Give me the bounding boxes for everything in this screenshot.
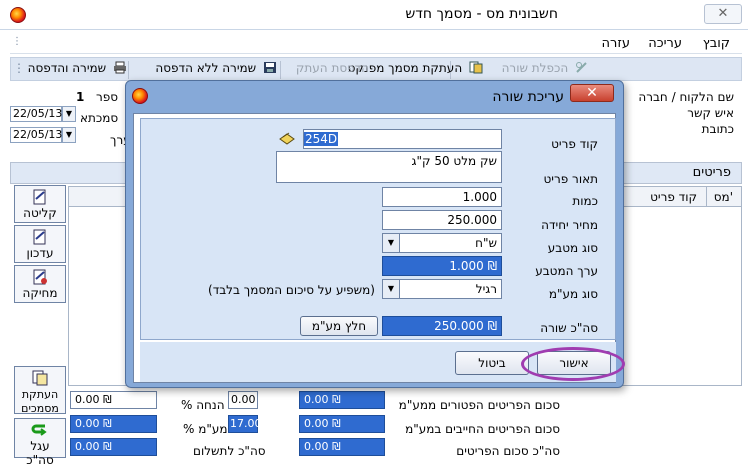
menu-grip-icon: ⋮ xyxy=(12,36,22,47)
vat-rate-value: 17.00 xyxy=(228,415,262,433)
line-total-field: 250.000 ₪ xyxy=(382,316,502,336)
extract-vat-button[interactable]: חלץ מע"מ xyxy=(300,316,378,336)
customer-name-label: שם הלקוח / חברה xyxy=(638,90,734,104)
currency-value: ש"ח xyxy=(475,236,497,250)
window-title: חשבונית מס - מסמך חדש xyxy=(405,6,558,22)
left-value-field-1[interactable]: 0.00 ₪ xyxy=(70,391,157,409)
vat-type-value: רגיל xyxy=(475,282,497,296)
unit-price-value: 250.000 xyxy=(447,213,497,227)
currency-rate-value: 1.000 ₪ xyxy=(449,259,497,273)
document-number-label: ספר xyxy=(96,90,119,104)
menu-bar: קובץ עריכה עזרה ⋮ xyxy=(10,32,742,54)
quantity-value: 1.000 xyxy=(462,190,497,204)
vat-type-label: סוג מע"מ xyxy=(548,287,598,301)
app-logo-icon xyxy=(10,7,26,23)
update-button[interactable]: עדכון xyxy=(14,225,66,263)
taxable-items-value: 0.00 ₪ xyxy=(299,415,385,433)
discount-field[interactable]: 0.00 xyxy=(228,391,258,409)
printer-icon xyxy=(114,61,126,74)
document-copy-icon xyxy=(469,61,483,74)
items-total-value: 0.00 ₪ xyxy=(299,438,385,456)
left-value-field-2: 0.00 ₪ xyxy=(70,415,157,433)
vat-note: (משפיע על סיכום המסמך בלבד) xyxy=(208,283,375,297)
item-code-selected-text: 254D xyxy=(304,132,339,146)
window-close-button[interactable]: ✕ xyxy=(704,4,742,24)
dialog-title: עריכת שורה xyxy=(492,89,564,105)
items-total-label: סה"כ סכום הפריטים xyxy=(456,444,560,458)
cancel-button[interactable]: ביטול xyxy=(455,351,529,375)
currency-rate-field: 1.000 ₪ xyxy=(382,256,502,276)
round-total-label: עגל סה"כ xyxy=(26,439,54,467)
copy-documents-label: העתקת מסמכים xyxy=(21,388,59,415)
dialog-titlebar: עריכת שורה xyxy=(136,89,616,109)
copy-doc-icon xyxy=(32,370,48,386)
date-field-1[interactable]: 22/05/13 xyxy=(10,106,62,122)
menu-help[interactable]: עזרה xyxy=(602,36,630,51)
delete-doc-icon xyxy=(33,269,47,285)
line-total-value: 250.000 ₪ xyxy=(434,319,497,333)
unit-price-label: מחיר יחידה xyxy=(541,218,598,232)
edit-doc-icon xyxy=(33,229,46,245)
vat-type-select[interactable]: ▼ רגיל xyxy=(382,279,502,299)
taxable-items-label: סכום הפריטים החייבים במע"מ xyxy=(405,422,560,436)
toolbar: ⋮ הכפלת שורה העתקת מסמך מפנקס הדפסת העתק… xyxy=(10,57,742,81)
date-field-2[interactable]: 22/05/13 xyxy=(10,127,62,143)
grid-col-number: מס' xyxy=(713,190,733,204)
unit-price-field[interactable]: 250.000 xyxy=(382,210,502,230)
save-icon xyxy=(264,62,276,73)
round-arrow-icon xyxy=(31,424,47,436)
print-copy-label: הדפסת העתק xyxy=(295,61,369,75)
item-code-field[interactable]: 254D xyxy=(303,129,502,149)
grid-col-code: קוד פריט xyxy=(650,190,697,204)
save-no-print-button[interactable]: שמירה ללא הדפסה xyxy=(155,61,277,79)
currency-rate-label: ערך המטבע xyxy=(535,264,598,278)
chevron-down-icon: ▼ xyxy=(383,234,400,252)
window-titlebar: חשבונית מס - מסמך חדש ✕ xyxy=(0,0,748,30)
round-total-button[interactable]: עגל סה"כ xyxy=(14,418,66,467)
duplicate-row-label: הכפלת שורה xyxy=(501,61,569,75)
left-value-field-3: 0.00 ₪ xyxy=(70,438,157,456)
item-desc-field[interactable]: שק מלט 50 ק"ג xyxy=(276,151,502,183)
delete-button[interactable]: מחיקה xyxy=(14,265,66,303)
edit-doc-icon xyxy=(33,189,46,205)
menu-edit[interactable]: עריכה xyxy=(648,36,682,51)
ok-highlight-ring xyxy=(521,347,625,381)
copy-documents-button[interactable]: העתקת מסמכים xyxy=(14,366,66,415)
exempt-items-label: סכום הפריטים הפטורים ממע"מ xyxy=(398,398,560,412)
date-dropdown-1[interactable]: ▼ xyxy=(62,106,76,122)
to-pay-label: סה"כ לתשלום xyxy=(193,444,266,458)
print-copy-button[interactable]: הדפסת העתק xyxy=(296,61,369,79)
receive-label: קליטה xyxy=(23,206,57,220)
item-desc-label: תאור פריט xyxy=(543,172,599,186)
qty-label: כמות xyxy=(572,194,598,208)
duplicate-icon xyxy=(576,62,587,73)
reference-label: סמכתא xyxy=(80,111,119,125)
save-and-print-button[interactable]: שמירה והדפסה xyxy=(28,61,127,79)
currency-select[interactable]: ▼ ש"ח xyxy=(382,233,502,253)
currency-label: סוג מטבע xyxy=(547,241,598,255)
vat-label: % מע"מ xyxy=(183,422,228,436)
address-label: כתובת xyxy=(701,122,734,136)
delete-label: מחיקה xyxy=(22,286,58,300)
save-no-print-label: שמירה ללא הדפסה xyxy=(155,61,257,75)
receive-button[interactable]: קליטה xyxy=(14,185,66,223)
line-total-label: סה"כ שורה xyxy=(540,321,598,335)
save-and-print-label: שמירה והדפסה xyxy=(27,61,107,75)
document-number-value: 1 xyxy=(76,90,85,104)
contact-label: איש קשר xyxy=(687,106,734,120)
dialog-close-button[interactable]: ✕ xyxy=(570,84,614,102)
duplicate-row-button[interactable]: הכפלת שורה xyxy=(502,61,589,79)
update-label: עדכון xyxy=(26,246,54,260)
date-dropdown-2[interactable]: ▼ xyxy=(62,127,76,143)
toolbar-grip-icon: ⋮ xyxy=(13,61,25,75)
chevron-down-icon: ▼ xyxy=(383,280,400,298)
lookup-icon[interactable] xyxy=(278,130,296,146)
item-code-label: קוד פריט xyxy=(551,137,598,151)
menu-file[interactable]: קובץ xyxy=(703,36,730,51)
quantity-field[interactable]: 1.000 xyxy=(382,187,502,207)
exempt-items-value: 0.00 ₪ xyxy=(299,391,385,409)
discount-label: % הנחה xyxy=(181,398,225,412)
tab-items[interactable]: פריטים xyxy=(693,165,731,180)
